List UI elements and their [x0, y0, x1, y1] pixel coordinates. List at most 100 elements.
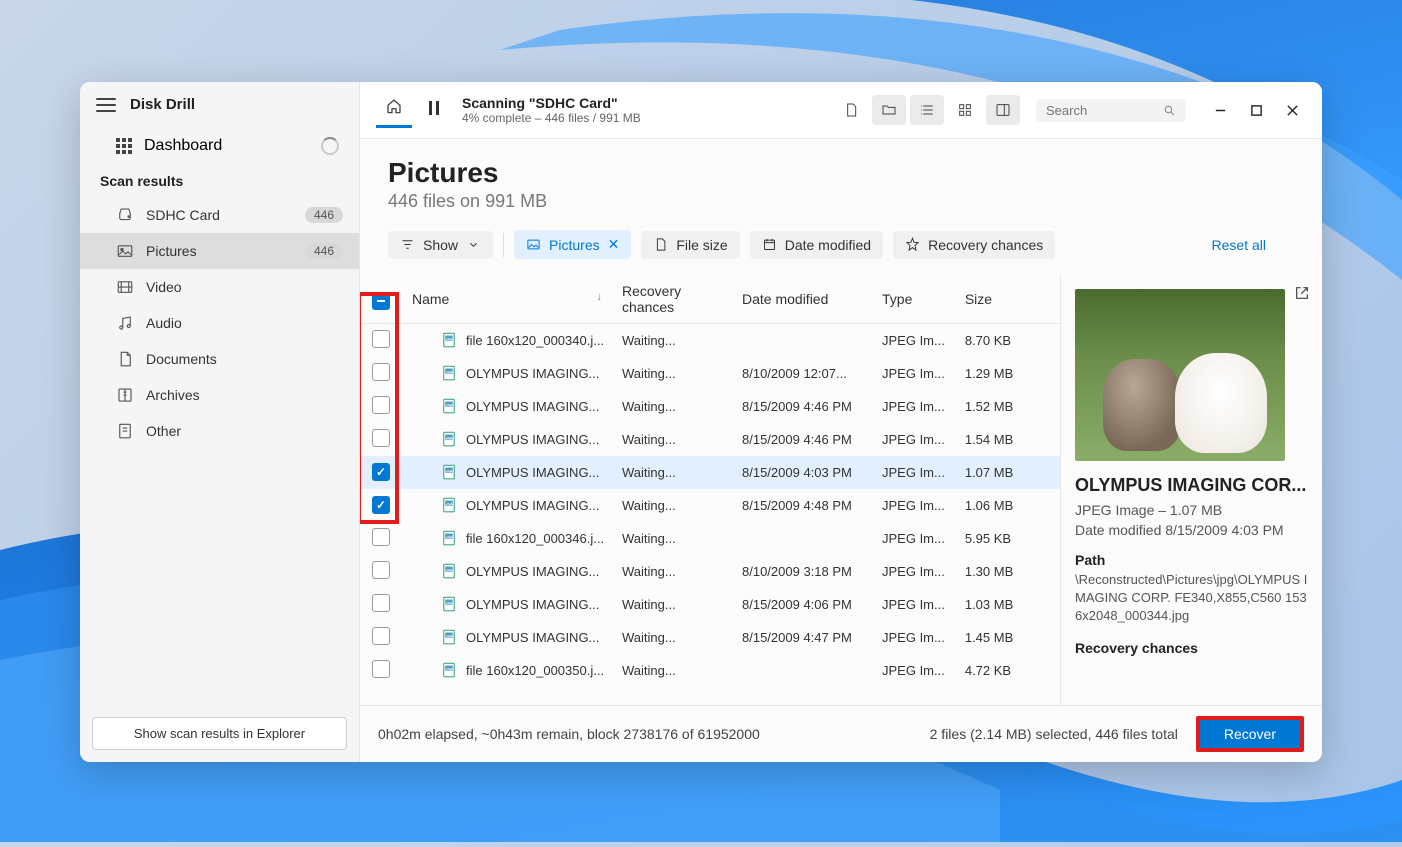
- table-row[interactable]: OLYMPUS IMAGING...Waiting...8/10/2009 12…: [360, 357, 1060, 390]
- sidebar-item-documents[interactable]: Documents: [80, 341, 359, 377]
- pictures-filter-chip[interactable]: Pictures ✕: [514, 230, 631, 259]
- table-row[interactable]: file 160x120_000346.j...Waiting...JPEG I…: [360, 522, 1060, 555]
- column-date[interactable]: Date modified: [732, 275, 872, 324]
- column-name[interactable]: Name ↓: [402, 275, 612, 324]
- file-date: [732, 324, 872, 357]
- app-title: Disk Drill: [130, 96, 195, 113]
- file-type: JPEG Im...: [872, 621, 955, 654]
- row-checkbox[interactable]: [372, 330, 390, 348]
- minimize-button[interactable]: [1206, 96, 1234, 124]
- table-row[interactable]: file 160x120_000350.j...Waiting...JPEG I…: [360, 654, 1060, 687]
- row-checkbox[interactable]: [372, 463, 390, 481]
- file-recovery: Waiting...: [612, 654, 732, 687]
- file-recovery: Waiting...: [612, 456, 732, 489]
- file-view-icon: [843, 102, 859, 118]
- filesize-filter-button[interactable]: File size: [641, 231, 739, 259]
- file-date: 8/10/2009 12:07...: [732, 357, 872, 390]
- dashboard-icon: [116, 138, 132, 154]
- row-checkbox[interactable]: [372, 627, 390, 645]
- sidebar-item-dashboard[interactable]: Dashboard: [80, 127, 359, 165]
- table-row[interactable]: OLYMPUS IMAGING...Waiting...8/10/2009 3:…: [360, 555, 1060, 588]
- close-icon: [1286, 104, 1299, 117]
- folder-view-icon: [881, 102, 897, 118]
- table-row[interactable]: OLYMPUS IMAGING... Waiting...8/15/2009 4:…: [360, 456, 1060, 489]
- sidebar-item-audio[interactable]: Audio: [80, 305, 359, 341]
- file-recovery: Waiting...: [612, 390, 732, 423]
- view-list-button[interactable]: [910, 95, 944, 125]
- file-recovery: Waiting...: [612, 555, 732, 588]
- row-checkbox[interactable]: [372, 363, 390, 381]
- popout-icon[interactable]: [1294, 285, 1310, 301]
- show-in-explorer-button[interactable]: Show scan results in Explorer: [92, 717, 347, 750]
- sidebar-item-video[interactable]: Video: [80, 269, 359, 305]
- column-recovery[interactable]: Recovery chances: [612, 275, 732, 324]
- count-badge: 446: [305, 243, 343, 259]
- file-date: 8/15/2009 4:03 PM: [732, 456, 872, 489]
- row-checkbox[interactable]: [372, 528, 390, 546]
- sidebar-item-pictures[interactable]: Pictures 446: [80, 233, 359, 269]
- table-row[interactable]: OLYMPUS IMAGING...Waiting...8/15/2009 4:…: [360, 621, 1060, 654]
- video-icon: [116, 278, 134, 296]
- file-recovery: Waiting...: [612, 588, 732, 621]
- status-right: 2 files (2.14 MB) selected, 446 files to…: [930, 726, 1178, 742]
- close-button[interactable]: [1278, 96, 1306, 124]
- view-file-button[interactable]: [834, 95, 868, 125]
- chances-filter-button[interactable]: Recovery chances: [893, 231, 1055, 259]
- row-checkbox[interactable]: [372, 396, 390, 414]
- column-type[interactable]: Type: [872, 275, 955, 324]
- preview-panel: OLYMPUS IMAGING COR... JPEG Image – 1.07…: [1060, 275, 1322, 705]
- chances-label: Recovery chances: [928, 237, 1043, 253]
- file-name: OLYMPUS IMAGING...: [466, 399, 599, 414]
- file-type: JPEG Im...: [872, 555, 955, 588]
- divider: [503, 233, 504, 257]
- file-table[interactable]: Name ↓ Recovery chances Date modified Ty…: [360, 275, 1060, 705]
- row-checkbox[interactable]: [372, 561, 390, 579]
- date-filter-button[interactable]: Date modified: [750, 231, 883, 259]
- search-field[interactable]: [1036, 99, 1186, 122]
- view-grid-button[interactable]: [948, 95, 982, 125]
- preview-path: \Reconstructed\Pictures\jpg\OLYMPUS IMAG…: [1075, 571, 1308, 626]
- search-input[interactable]: [1046, 103, 1163, 118]
- sidebar-item-archives[interactable]: Archives: [80, 377, 359, 413]
- file-type: JPEG Im...: [872, 423, 955, 456]
- status-bar: 0h02m elapsed, ~0h43m remain, block 2738…: [360, 705, 1322, 762]
- toggle-preview-button[interactable]: [986, 95, 1020, 125]
- sidebar-item-sdhc[interactable]: SDHC Card 446: [80, 197, 359, 233]
- preview-chances-label: Recovery chances: [1075, 640, 1308, 656]
- home-button[interactable]: [376, 92, 412, 128]
- recover-button[interactable]: Recover: [1196, 716, 1304, 752]
- table-row[interactable]: OLYMPUS IMAGING...Waiting...8/15/2009 4:…: [360, 423, 1060, 456]
- file-type: JPEG Im...: [872, 324, 955, 357]
- row-checkbox[interactable]: [372, 429, 390, 447]
- table-row[interactable]: OLYMPUS IMAGING...Waiting...8/15/2009 4:…: [360, 489, 1060, 522]
- sidebar-item-other[interactable]: Other: [80, 413, 359, 449]
- maximize-button[interactable]: [1242, 96, 1270, 124]
- file-name: OLYMPUS IMAGING...: [466, 465, 599, 480]
- panel-icon: [995, 102, 1011, 118]
- row-checkbox[interactable]: [372, 496, 390, 514]
- preview-title: OLYMPUS IMAGING COR...: [1075, 475, 1308, 496]
- file-icon: [653, 237, 668, 252]
- reset-all-link[interactable]: Reset all: [1212, 237, 1266, 253]
- hamburger-menu-icon[interactable]: [96, 98, 116, 112]
- show-filter-button[interactable]: Show: [388, 231, 493, 259]
- pause-button[interactable]: [418, 95, 450, 126]
- select-all-checkbox[interactable]: [372, 292, 390, 310]
- sidebar-item-label: Documents: [146, 351, 217, 367]
- view-folder-button[interactable]: [872, 95, 906, 125]
- grid-view-icon: [957, 102, 973, 118]
- filter-icon: [400, 237, 415, 252]
- file-type: JPEG Im...: [872, 588, 955, 621]
- column-size[interactable]: Size: [955, 275, 1060, 324]
- file-name: OLYMPUS IMAGING...: [466, 366, 599, 381]
- row-checkbox[interactable]: [372, 594, 390, 612]
- table-row[interactable]: OLYMPUS IMAGING...Waiting...8/15/2009 4:…: [360, 390, 1060, 423]
- star-icon: [905, 237, 920, 252]
- table-row[interactable]: file 160x120_000340.j...Waiting...JPEG I…: [360, 324, 1060, 357]
- file-recovery: Waiting...: [612, 324, 732, 357]
- row-checkbox[interactable]: [372, 660, 390, 678]
- table-row[interactable]: OLYMPUS IMAGING...Waiting...8/15/2009 4:…: [360, 588, 1060, 621]
- count-badge: 446: [305, 207, 343, 223]
- file-date: [732, 522, 872, 555]
- remove-chip-icon[interactable]: ✕: [608, 236, 620, 253]
